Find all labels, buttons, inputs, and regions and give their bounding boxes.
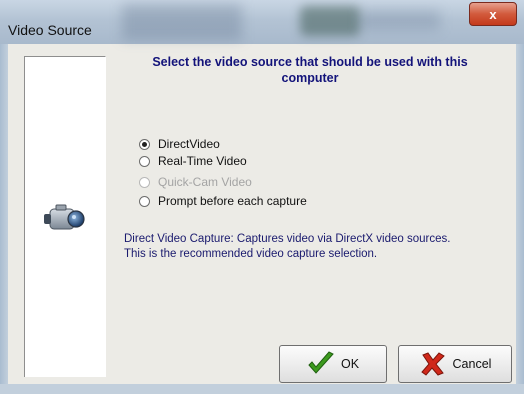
- close-button[interactable]: x: [469, 2, 517, 26]
- description-line: Direct Video Capture: Captures video via…: [124, 233, 451, 245]
- window-frame-right: [516, 44, 524, 394]
- radio-button[interactable]: [139, 155, 150, 167]
- radio-option-prompt-before-capture[interactable]: Prompt before each capture: [139, 193, 307, 209]
- cancel-button[interactable]: Cancel: [398, 345, 512, 383]
- radio-label: Real-Time Video: [158, 154, 247, 168]
- background-blur: [300, 6, 360, 36]
- ok-label: OK: [340, 357, 360, 371]
- radio-option-quickcam-video: Quick-Cam Video: [139, 174, 252, 190]
- background-blur: [360, 10, 440, 30]
- video-camera-icon: [44, 204, 85, 230]
- radio-button[interactable]: [139, 195, 150, 207]
- checkmark-icon: [307, 351, 335, 377]
- description-line: This is the recommended video capture se…: [124, 248, 378, 260]
- radio-label: Prompt before each capture: [158, 194, 307, 208]
- window-frame-bottom: [0, 384, 524, 394]
- radio-option-realtime-video[interactable]: Real-Time Video: [139, 153, 247, 169]
- window-title: Video Source: [8, 22, 92, 38]
- radio-label: DirectVideo: [158, 137, 220, 151]
- option-description: Direct Video Capture: Captures video via…: [124, 232, 504, 262]
- ok-button[interactable]: OK: [279, 345, 387, 383]
- cancel-label: Cancel: [452, 357, 492, 371]
- radio-label: Quick-Cam Video: [158, 175, 252, 189]
- radio-option-directvideo[interactable]: DirectVideo: [139, 136, 220, 152]
- red-x-icon: [419, 351, 447, 377]
- radio-button: [139, 176, 150, 188]
- video-source-dialog: Video Source x Select the video source t…: [0, 0, 524, 394]
- radio-button[interactable]: [139, 138, 150, 150]
- title-bar[interactable]: Video Source x: [0, 0, 524, 44]
- close-icon: x: [489, 6, 497, 22]
- window-frame-left: [0, 44, 8, 394]
- background-blur: [122, 4, 242, 40]
- instruction-heading: Select the video source that should be u…: [152, 55, 468, 85]
